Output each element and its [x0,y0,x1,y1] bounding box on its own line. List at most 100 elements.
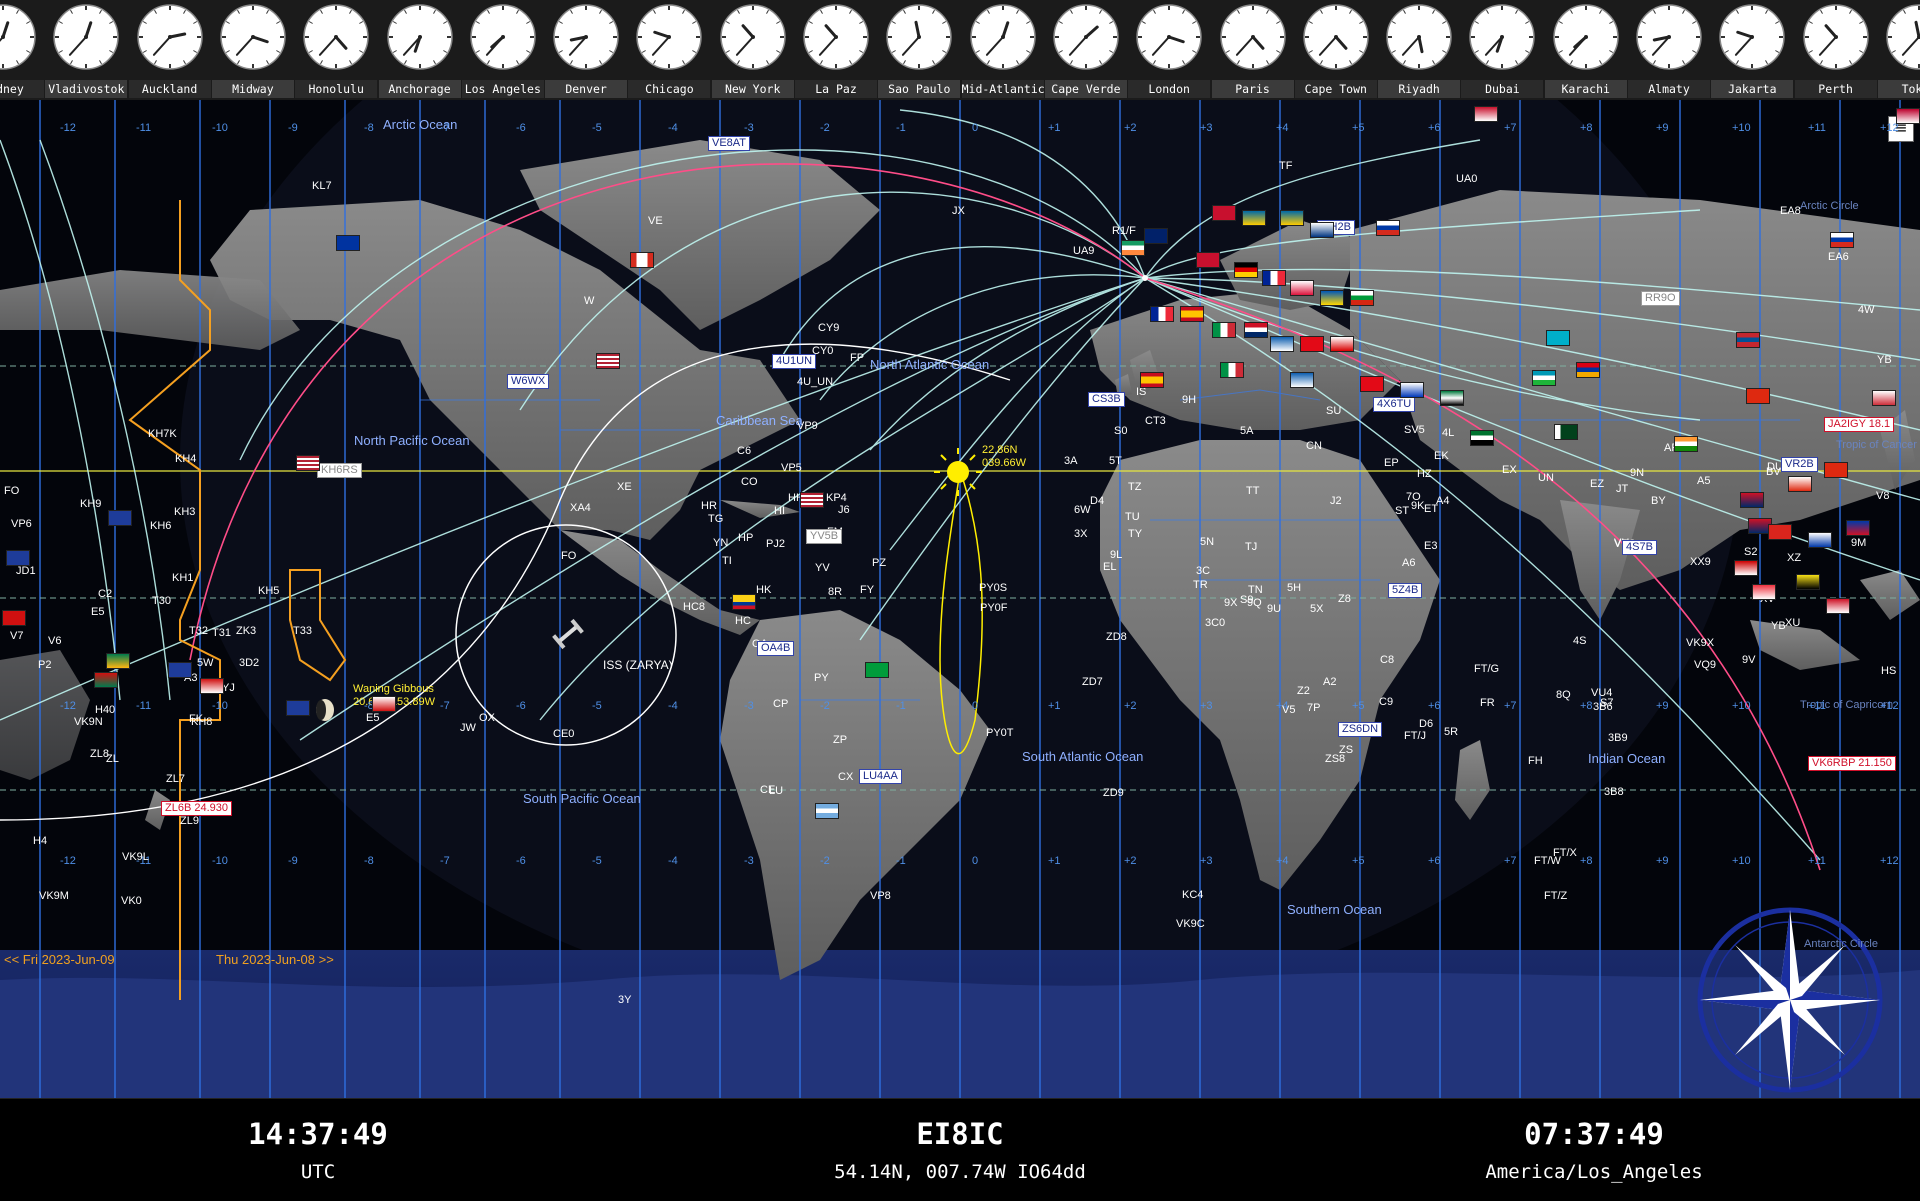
dx-spot-label[interactable]: VR2B [1781,457,1818,472]
timezone-offset-label: -5 [592,855,602,867]
ocean-label: North Atlantic Ocean [870,357,990,372]
dxcc-prefix-label: ZL9 [180,815,199,827]
country-flag-icon [200,678,224,694]
timezone-offset-label: +9 [1656,855,1669,867]
dx-spot-label[interactable]: VE8AT [708,136,751,151]
arctic-circle-label: Arctic Circle [1800,200,1859,212]
dxcc-prefix-label: 9X [1224,597,1238,609]
country-flag-icon [1310,222,1334,238]
timezone-offset-label: +9 [1656,700,1669,712]
dxcc-prefix-label: S0 [1114,425,1128,437]
dxcc-prefix-label: 9M [1851,537,1867,549]
clock-london: London [1128,0,1211,100]
clock-face-icon [1802,4,1869,70]
dx-spot-label[interactable]: W6WX [507,374,550,389]
clock-face-icon [1552,4,1619,70]
timezone-offset-label: +5 [1352,122,1365,134]
dxcc-prefix-label: TR [1193,579,1208,591]
timezone-offset-label: +7 [1504,700,1517,712]
dx-spot-label[interactable]: KH6RS [317,463,362,478]
country-flag-icon [1808,532,1832,548]
dx-spot-label[interactable]: 4X6TU [1373,397,1416,412]
country-flag-icon [1736,332,1760,348]
utc-time: 14:37:49 [248,1117,388,1151]
dxcc-prefix-label: VE [648,215,663,227]
timezone-offset-label: -1 [896,122,906,134]
dx-spot-label[interactable]: 5Z4B [1388,583,1423,598]
clock-face-icon [1636,4,1702,70]
dx-spot-label[interactable]: YV5B [806,529,843,544]
country-flag-icon [1212,205,1236,221]
ocean-label: South Atlantic Ocean [1022,749,1144,764]
clock-chicago: Chicago [628,0,711,100]
clock-face-icon [636,4,703,70]
dxcc-prefix-label: 7P [1307,702,1321,714]
world-map[interactable]: ≡ Arctic Ocean North Pacific Ocean North… [0,100,1920,1098]
country-flag-icon [94,672,118,688]
dxcc-prefix-label: A4 [1436,495,1450,507]
dxcc-prefix-label: PZ [872,557,887,569]
dx-spot-label[interactable]: ZS6DN [1338,722,1383,737]
dxcc-prefix-label: YN [713,537,729,549]
country-flag-icon [336,235,360,251]
next-date-button[interactable]: Thu 2023-Jun-08 >> [216,952,334,967]
country-flag-icon [1734,560,1758,576]
clock-anchorage: Anchorage [378,0,461,100]
country-flag-icon [1826,598,1850,614]
clock-city-label: Tokyo [1877,80,1920,98]
dxcc-prefix-label: FK [189,713,204,725]
dx-spot-label[interactable]: 4S7B [1622,540,1657,555]
clock-city-label: Sydney [0,80,44,98]
dx-spot-label[interactable]: RR9O [1641,291,1680,306]
dxcc-prefix-label: JW [460,722,476,734]
dxcc-prefix-label: A5 [1697,475,1711,487]
dx-spot-label[interactable]: 4U1UN [772,354,817,369]
dxcc-prefix-label: 3B6 [1593,701,1613,713]
dxcc-prefix-label: KC4 [1182,889,1204,901]
dxcc-prefix-label: CN [1306,440,1322,452]
clock-almaty: Almaty [1628,0,1710,100]
dxcc-prefix-label: EK [1434,450,1449,462]
country-flag-icon [1300,336,1324,352]
clock-mid-atlantic: Mid-Atlantic [961,0,1044,100]
dx-spot-label[interactable]: VK6RBP 21.150 [1808,756,1896,771]
dx-spot-label[interactable]: JA2IGY 18.1 [1824,417,1895,432]
timezone-offset-label: +2 [1124,855,1137,867]
dx-spot-label[interactable]: OA4B [757,641,795,656]
dxcc-prefix-label: TY [1128,528,1143,540]
country-flag-icon [286,700,310,716]
timezone-offset-label: +11 [1808,855,1826,867]
timezone-offset-label: -3 [744,855,754,867]
dx-spot-label[interactable]: LU4AA [859,769,902,784]
country-flag-icon [1470,430,1494,446]
timezone-offset-label: +1 [1048,700,1061,712]
station-location: 54.14N, 007.74W IO64dd [834,1161,1086,1183]
dxcc-prefix-label: 4W [1858,304,1875,316]
country-flag-icon [1746,388,1770,404]
country-flag-icon [1220,362,1244,378]
dx-spot-label[interactable]: CS3B [1088,392,1125,407]
timezone-offset-label: -6 [516,700,526,712]
dxcc-prefix-label: T33 [293,625,312,637]
dxcc-prefix-label: HI [774,505,785,517]
dxcc-prefix-label: 4L [1442,427,1455,439]
country-flag-icon [1796,574,1820,590]
country-flag-icon [1290,372,1314,388]
dxcc-prefix-label: 8R [828,586,843,598]
dxcc-prefix-label: 3B8 [1604,786,1624,798]
callsign: EI8IC [916,1117,1004,1151]
timezone-offset-label: 0 [972,855,979,867]
dxcc-prefix-label: VK9L [122,851,149,863]
dxcc-prefix-label: CP [773,698,789,710]
country-flag-icon [1150,306,1174,322]
dx-spot-label[interactable]: ZL6B 24.930 [161,801,232,816]
timezone-offset-label: -9 [288,122,298,134]
clock-vladivostok: Vladivostok [45,0,128,100]
clock-honolulu: Honolulu [295,0,378,100]
prev-date-button[interactable]: << Fri 2023-Jun-09 [4,952,115,967]
ocean-label: South Pacific Ocean [523,791,641,806]
timezone-offset-label: +4 [1276,855,1289,867]
dxcc-prefix-label: BY [1651,495,1666,507]
clock-city-label: Los Angeles [461,80,544,98]
clock-face-icon [1136,4,1202,70]
